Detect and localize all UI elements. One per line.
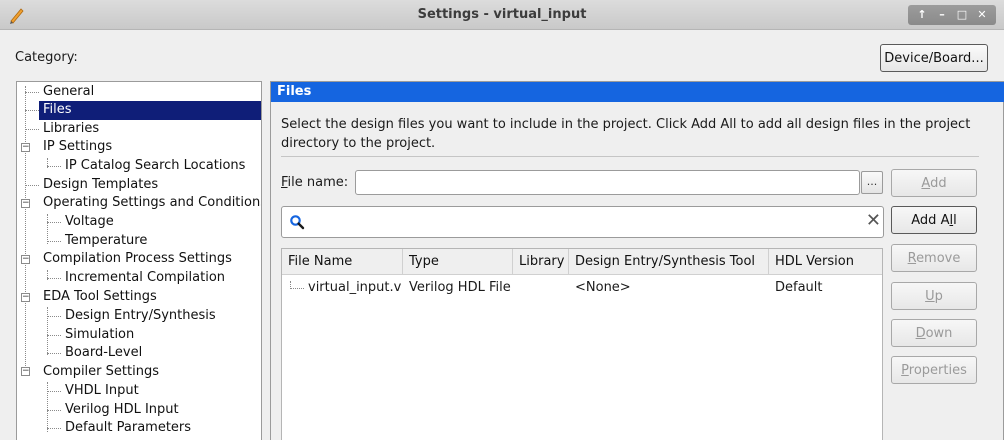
- category-label: Category:: [15, 50, 78, 65]
- files-settings-panel: Files Select the design files you want t…: [270, 81, 1004, 440]
- cell-hdl-version: Default: [775, 280, 823, 295]
- tree-item-compilation-process[interactable]: Compilation Process Settings: [25, 250, 261, 269]
- tree-item-compiler-settings[interactable]: Compiler Settings: [25, 363, 261, 382]
- close-icon[interactable]: ✕: [974, 5, 990, 25]
- window-title: Settings - virtual_input: [417, 7, 587, 22]
- browse-button[interactable]: ...: [861, 171, 883, 194]
- up-button[interactable]: Up: [891, 282, 977, 310]
- tree-item-eda-tool-settings[interactable]: EDA Tool Settings: [25, 288, 261, 307]
- search-input[interactable]: [281, 206, 884, 238]
- maximize-icon[interactable]: □: [954, 5, 970, 25]
- table-header: File Name Type Library Design Entry/Synt…: [282, 249, 882, 275]
- tree-item-design-templates[interactable]: Design Templates: [25, 176, 261, 195]
- column-header-design-entry-tool[interactable]: Design Entry/Synthesis Tool: [569, 249, 769, 275]
- cell-tool: <None>: [575, 280, 631, 295]
- column-header-hdl-version[interactable]: HDL Version: [769, 249, 861, 275]
- file-name-input[interactable]: [355, 170, 860, 195]
- file-name-label: File name:: [281, 175, 349, 190]
- tree-item-files[interactable]: Files: [39, 101, 261, 120]
- minimize-icon[interactable]: –: [934, 5, 950, 25]
- description-line: Select the design files you want to incl…: [281, 117, 971, 132]
- properties-button[interactable]: Properties: [891, 356, 977, 384]
- search-icon: [290, 215, 305, 230]
- tree-item-temperature[interactable]: Temperature: [47, 232, 261, 251]
- clear-search-icon[interactable]: ✕: [866, 211, 881, 231]
- column-header-library[interactable]: Library: [513, 249, 569, 275]
- tree-item-verilog-hdl-input[interactable]: Verilog HDL Input: [47, 401, 261, 420]
- tree-item-board-level[interactable]: Board-Level: [47, 344, 261, 363]
- tree-item-simulation[interactable]: Simulation: [47, 326, 261, 345]
- tree-item-voltage[interactable]: Voltage: [47, 213, 261, 232]
- tree-item-ip-catalog-search-locations[interactable]: IP Catalog Search Locations: [47, 157, 261, 176]
- device-board-button[interactable]: Device/Board...: [880, 44, 988, 72]
- tree-item-ip-settings[interactable]: IP Settings: [25, 138, 261, 157]
- title-bar: Settings - virtual_input ↑ – □ ✕: [0, 0, 1004, 30]
- separator: [281, 156, 979, 157]
- category-tree[interactable]: General Files Libraries − IP Settings IP…: [16, 81, 262, 440]
- tree-item-incremental-compilation[interactable]: Incremental Compilation: [47, 269, 261, 288]
- remove-button[interactable]: Remove: [891, 244, 977, 272]
- add-all-button[interactable]: Add All: [891, 206, 977, 234]
- tree-item-operating-settings[interactable]: Operating Settings and Conditions: [25, 194, 261, 213]
- tree-guide-line: [25, 110, 39, 111]
- tree-item-libraries[interactable]: Libraries: [25, 120, 261, 139]
- panel-description: Select the design files you want to incl…: [281, 115, 981, 153]
- column-header-type[interactable]: Type: [403, 249, 513, 275]
- row-guide-line: [290, 281, 291, 289]
- files-table[interactable]: File Name Type Library Design Entry/Synt…: [281, 248, 883, 440]
- tree-item-design-entry-synthesis[interactable]: Design Entry/Synthesis: [47, 307, 261, 326]
- column-header-file-name[interactable]: File Name: [282, 249, 403, 275]
- tree-item-general[interactable]: General: [25, 83, 261, 102]
- row-guide-line: [290, 288, 304, 289]
- window-controls: ↑ – □ ✕: [908, 5, 996, 25]
- panel-header: Files: [271, 82, 1004, 102]
- cell-file-name: virtual_input.v: [308, 280, 402, 295]
- tree-item-default-parameters[interactable]: Default Parameters: [47, 419, 261, 438]
- down-button[interactable]: Down: [891, 319, 977, 347]
- description-line: directory to the project.: [281, 136, 436, 151]
- add-button[interactable]: Add: [891, 169, 977, 197]
- keep-above-icon[interactable]: ↑: [914, 5, 930, 25]
- cell-type: Verilog HDL File: [409, 280, 511, 295]
- tree-item-vhdl-input[interactable]: VHDL Input: [47, 382, 261, 401]
